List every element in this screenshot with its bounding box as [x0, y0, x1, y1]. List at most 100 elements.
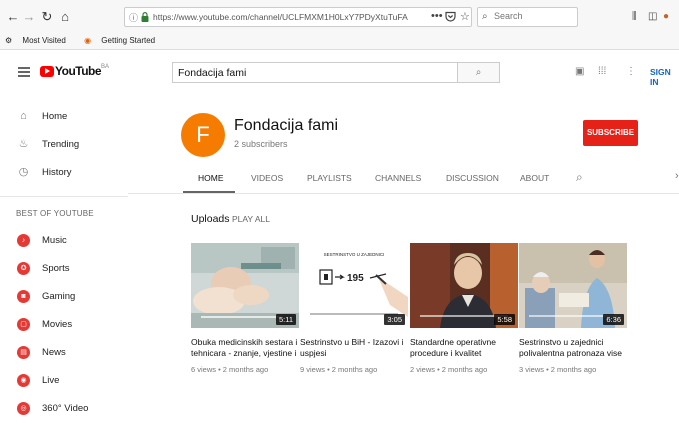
live-icon: ◉: [17, 374, 30, 387]
play-all-button[interactable]: PLAY ALL: [232, 214, 270, 224]
tabs-divider: [128, 193, 679, 194]
bookmarks-toolbar: ⚙ Most Visited ◉ Getting Started: [5, 36, 171, 45]
video-duration: 6:36: [603, 314, 624, 325]
music-icon: ♪: [17, 234, 30, 247]
page-actions-icon[interactable]: •••: [431, 10, 443, 22]
channel-name: Fondacija fami: [234, 117, 339, 134]
lock-icon: [141, 12, 149, 22]
video-thumbnail[interactable]: 5:11: [191, 243, 299, 328]
sidebar: ⌂ Home ♨ Trending ◷ History BEST OF YOUT…: [0, 94, 128, 435]
browser-search-input[interactable]: [494, 11, 574, 21]
home-icon: ⌂: [20, 110, 27, 122]
video-card[interactable]: SESTRINSTVO U ZAJEDNICI 195 3:05 Sestrin…: [300, 243, 408, 374]
video-title[interactable]: Obuka medicinskih sestara i tehnicara - …: [191, 337, 299, 359]
trending-icon: ♨: [18, 138, 29, 150]
subscribe-button[interactable]: SUBSCRIBE: [583, 120, 638, 146]
bookmark-label: Getting Started: [101, 36, 156, 45]
tabs-scroll-right-icon[interactable]: ›: [675, 170, 679, 182]
sidebar-item-label: Music: [42, 235, 67, 246]
tab-videos[interactable]: VIDEOS: [251, 173, 283, 183]
gaming-icon: ◙: [17, 290, 30, 303]
sidebar-item-label: Sports: [42, 263, 70, 274]
url-text: https://www.youtube.com/channel/UCLFMXM1…: [153, 12, 408, 22]
sidebar-item-history[interactable]: ◷ History: [0, 159, 128, 187]
video-meta: 9 views • 2 months ago: [300, 365, 378, 374]
sidebar-item-gaming[interactable]: ◙ Gaming: [0, 283, 128, 311]
apps-icon[interactable]: ⁞⁞⁞: [598, 66, 606, 77]
sidebar-item-label: Live: [42, 375, 60, 386]
logo-text: YouTube: [55, 64, 102, 78]
search-icon: ⌕: [475, 67, 482, 78]
360-video-icon: ◎: [17, 402, 30, 415]
video-meta: 2 views • 2 months ago: [410, 365, 488, 374]
back-icon[interactable]: ←: [6, 10, 20, 24]
search-icon: ⌕: [482, 11, 488, 22]
reload-icon[interactable]: ↻: [40, 10, 54, 24]
youtube-header: YouTubeBA ⌕ ▣ ⁞⁞⁞ ⋮ SIGN IN: [0, 50, 679, 94]
sidebar-item-sports[interactable]: ✪ Sports: [0, 255, 128, 283]
video-duration: 5:11: [275, 314, 296, 325]
browser-home-icon[interactable]: ⌂: [58, 10, 72, 24]
bookmark-most-visited[interactable]: ⚙ Most Visited: [5, 36, 74, 45]
sidebar-item-music[interactable]: ♪ Music: [0, 227, 128, 255]
video-duration: 3:05: [384, 314, 405, 325]
video-title[interactable]: Sestrinstvo u BiH - Izazovi i uspjesi: [300, 337, 408, 359]
browser-search-box[interactable]: ⌕: [477, 7, 578, 27]
sidebar-item-360-video[interactable]: ◎ 360° Video: [0, 395, 128, 423]
bookmark-label: Most Visited: [22, 36, 66, 45]
bookmark-getting-started[interactable]: ◉ Getting Started: [84, 36, 163, 45]
bookmark-star-icon[interactable]: ☆: [460, 10, 470, 23]
video-meta: 6 views • 2 months ago: [191, 365, 269, 374]
sign-in-button[interactable]: SIGN IN: [650, 67, 679, 87]
browser-toolbar: ← → ↻ ⌂ ⓘ https://www.youtube.com/channe…: [0, 0, 679, 50]
youtube-logo[interactable]: YouTubeBA: [40, 64, 109, 78]
video-card[interactable]: 5:11 Obuka medicinskih sestara i tehnica…: [191, 243, 299, 374]
pocket-icon[interactable]: [445, 11, 456, 22]
sidebar-item-trending[interactable]: ♨ Trending: [0, 131, 128, 159]
sports-icon: ✪: [17, 262, 30, 275]
more-options-icon[interactable]: ⋮: [626, 66, 636, 77]
sidebar-item-live[interactable]: ◉ Live: [0, 367, 128, 395]
menu-icon[interactable]: [18, 67, 30, 77]
video-thumbnail[interactable]: 5:58: [410, 243, 518, 328]
tab-channels[interactable]: CHANNELS: [375, 173, 421, 183]
movies-icon: ▢: [17, 318, 30, 331]
youtube-search-button[interactable]: ⌕: [458, 62, 500, 83]
sidebar-item-label: Trending: [42, 139, 80, 150]
subscriber-count: 2 subscribers: [234, 139, 288, 149]
thumb-number: 195: [347, 273, 364, 284]
youtube-play-icon: [40, 65, 54, 77]
forward-icon[interactable]: →: [22, 10, 36, 24]
tab-discussion[interactable]: DISCUSSION: [446, 173, 499, 183]
channel-search-icon[interactable]: ⌕: [576, 170, 583, 185]
sidebar-item-news[interactable]: ▤ News: [0, 339, 128, 367]
sidebar-item-label: Gaming: [42, 291, 76, 302]
tab-home[interactable]: HOME: [198, 173, 224, 183]
video-title[interactable]: Sestrinstvo u zajednici polivalentna pat…: [519, 337, 627, 359]
tab-playlists[interactable]: PLAYLISTS: [307, 173, 352, 183]
sidebar-item-label: News: [42, 347, 66, 358]
video-thumbnail[interactable]: 6:36: [519, 243, 627, 328]
sidebar-section-title: BEST OF YOUTUBE: [16, 209, 94, 218]
url-bar[interactable]: ⓘ https://www.youtube.com/channel/UCLFMX…: [124, 7, 472, 27]
video-title[interactable]: Standardne operativne procedure i kvalit…: [410, 337, 518, 359]
video-thumbnail[interactable]: SESTRINSTVO U ZAJEDNICI 195 3:05: [300, 243, 408, 328]
video-meta: 3 views • 2 months ago: [519, 365, 597, 374]
sidebar-item-home[interactable]: ⌂ Home: [0, 103, 128, 131]
sidebar-toggle-icon[interactable]: ◫: [648, 11, 657, 22]
tab-about[interactable]: ABOUT: [520, 173, 549, 183]
uploads-title[interactable]: Uploads: [191, 213, 230, 225]
site-info-icon[interactable]: ⓘ: [129, 11, 138, 24]
channel-tabs: HOME VIDEOS PLAYLISTS CHANNELS DISCUSSIO…: [180, 168, 679, 194]
youtube-search-box[interactable]: [172, 62, 458, 83]
upload-video-icon[interactable]: ▣: [575, 66, 584, 77]
profile-icon[interactable]: ●: [663, 11, 669, 22]
youtube-search-input[interactable]: [173, 63, 457, 82]
logo-region: BA: [101, 64, 110, 70]
video-card[interactable]: 6:36 Sestrinstvo u zajednici polivalentn…: [519, 243, 627, 374]
channel-avatar[interactable]: F: [181, 113, 225, 157]
sidebar-item-movies[interactable]: ▢ Movies: [0, 311, 128, 339]
sidebar-divider: [0, 196, 128, 197]
library-icon[interactable]: ⫼: [632, 11, 637, 22]
video-card[interactable]: 5:58 Standardne operativne procedure i k…: [410, 243, 518, 374]
